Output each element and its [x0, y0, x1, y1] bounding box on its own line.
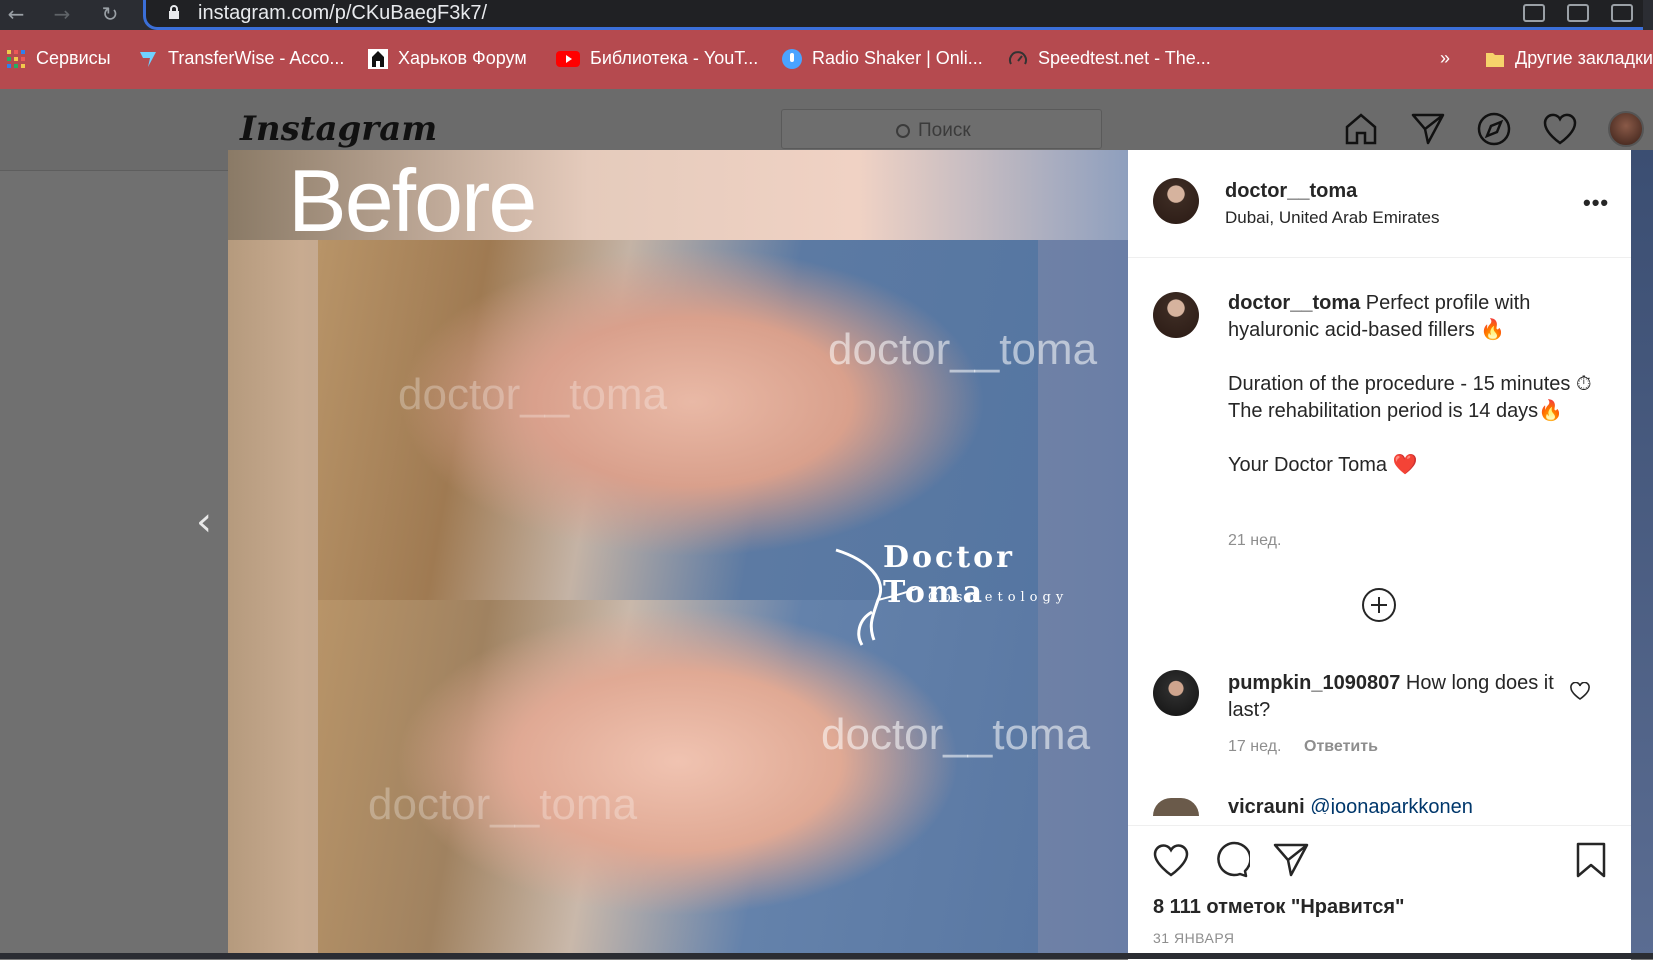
- share-send-icon[interactable]: [1272, 841, 1310, 879]
- search-placeholder: Поиск: [918, 120, 971, 141]
- profile-avatar[interactable]: [1608, 111, 1644, 147]
- comment-username[interactable]: vicrauni: [1228, 796, 1305, 814]
- bookmark-kharkov-forum[interactable]: Харьков Форум: [368, 48, 527, 69]
- like-heart-icon[interactable]: [1152, 841, 1190, 879]
- commenter-avatar[interactable]: [1153, 670, 1199, 716]
- bookmarks-bar: Сервисы TransferWise - Acco... Харьков Ф…: [0, 30, 1653, 89]
- cast-icon[interactable]: [1523, 4, 1545, 22]
- search-input[interactable]: Поиск: [781, 109, 1102, 149]
- bookmarks-overflow-button[interactable]: »: [1440, 48, 1450, 69]
- watermark-text: doctor__toma: [398, 370, 668, 419]
- previous-post-arrow-icon[interactable]: ‹: [196, 500, 226, 544]
- transferwise-icon: [140, 51, 156, 67]
- comment-time[interactable]: 17 нед.: [1228, 738, 1281, 756]
- url-text[interactable]: instagram.com/p/CKuBaegF3k7/: [198, 2, 487, 25]
- bookmark-radio-shaker[interactable]: Radio Shaker | Onli...: [782, 48, 983, 69]
- comment-username[interactable]: pumpkin_1090807: [1228, 672, 1400, 694]
- browser-toolbar: ← → ↻ instagram.com/p/CKuBaegF3k7/: [0, 0, 1653, 30]
- background-page-edge: [1631, 150, 1653, 959]
- bookmark-services[interactable]: Сервисы: [6, 48, 111, 69]
- post-sidebar: doctor__toma Dubai, United Arab Emirates…: [1128, 150, 1631, 960]
- comment-item: pumpkin_1090807 How long does it last?: [1228, 670, 1558, 724]
- forum-icon: [368, 48, 388, 69]
- more-options-icon[interactable]: •••: [1583, 190, 1609, 216]
- watermark-text: doctor__toma: [821, 710, 1091, 759]
- likes-count[interactable]: 8 111 отметок "Нравится": [1153, 896, 1405, 919]
- search-icon: [896, 124, 910, 138]
- post-image[interactable]: Before doctor__toma doctor__toma doctor_…: [228, 150, 1128, 959]
- bookmark-speedtest[interactable]: Speedtest.net - The...: [1008, 48, 1211, 69]
- commenter-avatar[interactable]: [1153, 798, 1199, 816]
- reload-icon[interactable]: ↻: [98, 2, 122, 26]
- caption-avatar[interactable]: [1153, 292, 1199, 338]
- lock-icon: [169, 5, 179, 19]
- apps-grid-icon: [7, 49, 25, 68]
- radio-icon: [782, 48, 802, 69]
- explore-compass-icon[interactable]: [1476, 111, 1512, 147]
- comment-bubble-icon[interactable]: [1212, 841, 1250, 879]
- caption-line: Duration of the procedure - 15 minutes ⏱: [1228, 373, 1592, 395]
- load-more-comments-icon[interactable]: [1362, 588, 1396, 622]
- forward-arrow-icon[interactable]: →: [50, 2, 74, 26]
- bookmark-transferwise[interactable]: TransferWise - Acco...: [138, 48, 344, 69]
- save-bookmark-icon[interactable]: [1572, 841, 1610, 879]
- author-username[interactable]: doctor__toma: [1225, 180, 1357, 203]
- address-bar[interactable]: instagram.com/p/CKuBaegF3k7/: [143, 0, 1643, 30]
- bookmark-label: Speedtest.net - The...: [1038, 48, 1211, 68]
- post-caption: doctor__toma Perfect profile with hyalur…: [1228, 290, 1598, 479]
- translate-icon[interactable]: [1611, 4, 1633, 22]
- bottom-scrollbar[interactable]: [0, 953, 1653, 959]
- bookmark-label: Radio Shaker | Onli...: [812, 48, 983, 68]
- bookmark-label: Харьков Форум: [398, 48, 527, 68]
- post-header: doctor__toma Dubai, United Arab Emirates…: [1128, 150, 1631, 258]
- other-bookmarks-folder[interactable]: Другие закладки: [1485, 48, 1653, 69]
- instagram-logo[interactable]: Instagram: [240, 109, 437, 149]
- extension-grid-icon[interactable]: [1567, 4, 1589, 22]
- bookmark-label: Сервисы: [36, 48, 111, 68]
- youtube-icon: [556, 50, 580, 67]
- comment-item: vicrauni @joonaparkkonen: [1228, 796, 1473, 814]
- watermark-text: doctor__toma: [828, 325, 1098, 374]
- back-arrow-icon[interactable]: ←: [4, 2, 28, 26]
- bookmark-youtube[interactable]: Библиотека - YouT...: [556, 48, 758, 69]
- before-label: Before: [288, 151, 537, 250]
- bookmark-label: TransferWise - Acco...: [168, 48, 345, 68]
- bookmark-label: Другие закладки: [1515, 48, 1653, 68]
- caption-line: Your Doctor Toma ❤️: [1228, 454, 1418, 476]
- overflow-chevron-icon: »: [1440, 48, 1451, 68]
- home-icon[interactable]: [1343, 111, 1379, 147]
- speedtest-icon: [1009, 50, 1027, 64]
- folder-icon: [1486, 52, 1504, 67]
- comment-mention[interactable]: @joonaparkkonen: [1305, 796, 1473, 814]
- brand-subtitle: Cosmetology: [928, 590, 1069, 605]
- brand-logo: Doctor Toma Cosmetology: [828, 540, 1118, 650]
- direct-message-icon[interactable]: [1410, 111, 1446, 147]
- comment-like-heart-icon[interactable]: [1570, 682, 1590, 700]
- activity-heart-icon[interactable]: [1542, 111, 1578, 147]
- caption-username[interactable]: doctor__toma: [1228, 292, 1360, 314]
- bookmark-label: Библиотека - YouT...: [590, 48, 759, 68]
- author-avatar[interactable]: [1153, 178, 1199, 224]
- watermark-text: doctor__toma: [368, 780, 638, 829]
- author-location[interactable]: Dubai, United Arab Emirates: [1225, 208, 1440, 228]
- caption-time[interactable]: 21 нед.: [1228, 532, 1281, 550]
- caption-line: The rehabilitation period is 14 days🔥: [1228, 400, 1564, 422]
- post-actions: 8 111 отметок "Нравится" 31 ЯНВАРЯ: [1128, 825, 1631, 960]
- post-date[interactable]: 31 ЯНВАРЯ: [1153, 930, 1235, 946]
- reply-button[interactable]: Ответить: [1304, 738, 1378, 756]
